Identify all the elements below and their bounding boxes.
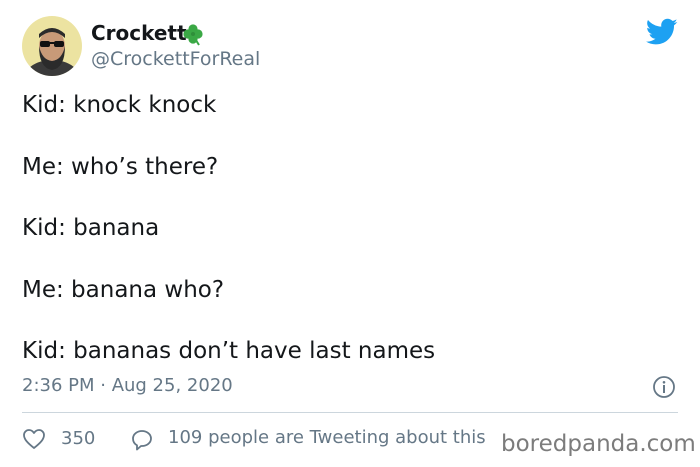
tweet-line: Kid: banana [22,215,160,241]
tweet-line: Kid: bananas don’t have last names [22,338,436,364]
watermark: boredpanda.com [501,431,696,457]
tweet-line: Me: banana who? [22,277,225,303]
info-icon[interactable] [652,375,676,399]
like-count[interactable]: 350 [61,427,95,451]
author-handle[interactable]: @CrockettForReal [91,47,260,71]
shamrock-icon [183,24,203,46]
reply-bubble-icon[interactable] [130,428,154,452]
heart-icon[interactable] [22,428,46,450]
tweet-line: Kid: knock knock [22,92,217,118]
avatar-image [22,16,82,76]
author-name[interactable]: Crockett [91,21,187,45]
twitter-bird-icon[interactable] [646,18,678,46]
avatar[interactable] [22,16,82,76]
tweet-line: Me: who’s there? [22,154,219,180]
tweeting-about-link[interactable]: 109 people are Tweeting about this [168,426,486,450]
tweet-card: Crockett @CrockettForReal Kid: knock kno… [0,0,700,467]
timestamp[interactable]: 2:36 PM · Aug 25, 2020 [22,374,233,398]
divider [22,412,678,413]
